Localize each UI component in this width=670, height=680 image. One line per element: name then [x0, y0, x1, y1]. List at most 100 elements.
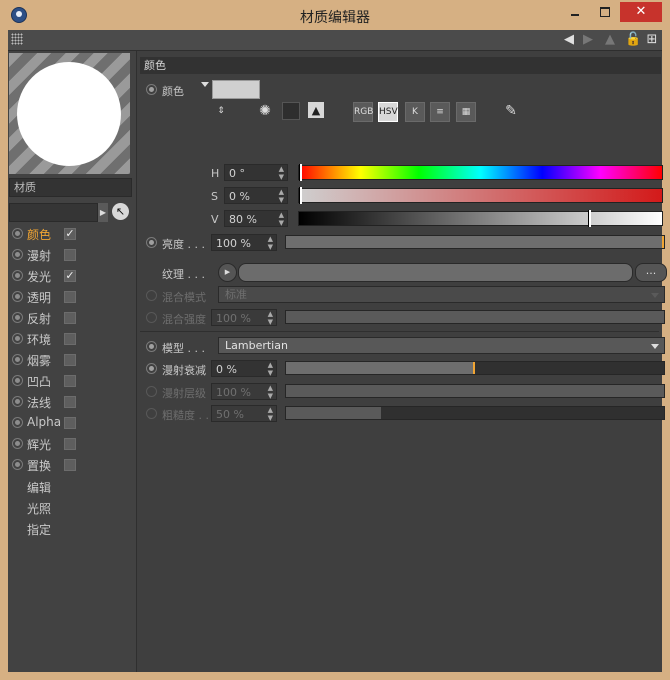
channel-animate-radio[interactable]: [12, 375, 23, 386]
up-arrow-icon[interactable]: ▲: [602, 32, 618, 48]
channel-animate-radio[interactable]: [12, 270, 23, 281]
diffuse-level-field[interactable]: 100 % ▲ ▼: [211, 383, 277, 400]
channel-item[interactable]: 透明: [8, 286, 136, 307]
pick-material-icon[interactable]: ↖: [112, 203, 129, 220]
channel-animate-radio[interactable]: [12, 459, 23, 470]
channel-enable-checkbox[interactable]: [64, 291, 76, 303]
nav-item-edit[interactable]: 编辑: [27, 479, 51, 496]
color-wheel-mode-icon[interactable]: ✺: [256, 102, 274, 120]
channel-item[interactable]: 环境: [8, 328, 136, 349]
channel-animate-radio[interactable]: [12, 417, 23, 428]
color-options-dropdown-icon[interactable]: [201, 82, 209, 87]
close-button[interactable]: ✕: [620, 2, 662, 22]
hue-gradient-slider[interactable]: [298, 164, 663, 181]
channel-animate-radio[interactable]: [12, 291, 23, 302]
diffuse-level-animate-radio[interactable]: [146, 386, 157, 397]
forward-arrow-icon[interactable]: ▶: [580, 32, 596, 48]
value-marker[interactable]: [588, 210, 592, 227]
diffuse-falloff-field[interactable]: 0 % ▲ ▼: [211, 360, 277, 377]
maximize-button[interactable]: [592, 2, 618, 22]
texture-expand-icon[interactable]: ▶: [218, 263, 237, 282]
swatches-mode-icon[interactable]: ▦: [456, 102, 476, 122]
channel-enable-checkbox[interactable]: [64, 417, 76, 429]
s-field[interactable]: 0 % ▲ ▼: [224, 187, 288, 204]
channel-enable-checkbox[interactable]: [64, 333, 76, 345]
model-dropdown[interactable]: Lambertian: [218, 337, 665, 354]
spectrum-mode-icon[interactable]: [282, 102, 300, 120]
panel-grip-icon[interactable]: [11, 33, 23, 45]
blend-strength-slider[interactable]: [285, 310, 665, 324]
roughness-animate-radio[interactable]: [146, 408, 157, 419]
channel-item[interactable]: 凹凸: [8, 370, 136, 391]
new-window-icon[interactable]: ⊞: [644, 32, 660, 48]
channel-item[interactable]: 反射: [8, 307, 136, 328]
channel-animate-radio[interactable]: [12, 396, 23, 407]
mixer-mode-icon[interactable]: ≡: [430, 102, 450, 122]
diffuse-falloff-animate-radio[interactable]: [146, 363, 157, 374]
rgb-mode-button[interactable]: RGB: [353, 102, 373, 122]
channel-enable-checkbox[interactable]: ✓: [64, 270, 76, 282]
kelvin-mode-button[interactable]: K: [405, 102, 425, 122]
color-swatch[interactable]: [212, 80, 260, 99]
channel-enable-checkbox[interactable]: [64, 459, 76, 471]
diffuse-falloff-slider[interactable]: [285, 361, 665, 375]
saturation-marker[interactable]: [299, 187, 302, 204]
channel-enable-checkbox[interactable]: [64, 249, 76, 261]
minimize-button[interactable]: [562, 2, 588, 22]
blend-mode-dropdown[interactable]: 标准: [218, 286, 665, 303]
brightness-field[interactable]: 100 % ▲ ▼: [211, 234, 277, 251]
h-field[interactable]: 0 ° ▲ ▼: [224, 164, 288, 181]
lock-icon[interactable]: 🔓: [625, 32, 641, 48]
image-mode-icon[interactable]: ▲: [308, 102, 324, 118]
channel-item[interactable]: 法线: [8, 391, 136, 412]
material-name-field[interactable]: 材质: [9, 178, 132, 197]
channel-enable-checkbox[interactable]: [64, 396, 76, 408]
hsv-mode-button[interactable]: HSV: [378, 102, 398, 122]
texture-browse-button[interactable]: ...: [635, 263, 667, 282]
texture-path-field[interactable]: [238, 263, 633, 282]
channel-item[interactable]: 颜色 ✓: [8, 223, 136, 244]
channel-item[interactable]: 置换: [8, 454, 136, 475]
channel-animate-radio[interactable]: [12, 228, 23, 239]
model-animate-radio[interactable]: [146, 341, 157, 352]
channel-enable-checkbox[interactable]: [64, 375, 76, 387]
nav-item-assignment[interactable]: 指定: [27, 521, 51, 538]
channel-animate-radio[interactable]: [12, 438, 23, 449]
channel-item[interactable]: 漫射: [8, 244, 136, 265]
title-bar[interactable]: 材质编辑器 ✕: [0, 0, 670, 30]
back-arrow-icon[interactable]: ◀: [561, 32, 577, 48]
eyedropper-icon[interactable]: ✎: [502, 102, 520, 120]
value-gradient-slider[interactable]: [298, 210, 663, 227]
channel-item[interactable]: 烟雾: [8, 349, 136, 370]
nav-item-illumination[interactable]: 光照: [27, 500, 51, 517]
channel-enable-checkbox[interactable]: [64, 312, 76, 324]
channel-item[interactable]: 辉光: [8, 433, 136, 454]
material-selector-field[interactable]: [9, 203, 98, 222]
brightness-slider-handle[interactable]: [662, 236, 664, 248]
channel-enable-checkbox[interactable]: ✓: [64, 228, 76, 240]
channel-animate-radio[interactable]: [12, 312, 23, 323]
v-field[interactable]: 80 % ▲ ▼: [224, 210, 288, 227]
saturation-gradient-slider[interactable]: [298, 187, 663, 204]
material-preview[interactable]: [9, 53, 130, 174]
channel-enable-checkbox[interactable]: [64, 438, 76, 450]
blend-strength-field[interactable]: 100 % ▲ ▼: [211, 309, 277, 326]
material-selector-arrow-icon[interactable]: ▶: [98, 203, 108, 222]
roughness-slider[interactable]: [285, 406, 665, 420]
channel-enable-checkbox[interactable]: [64, 354, 76, 366]
channel-animate-radio[interactable]: [12, 354, 23, 365]
brightness-animate-radio[interactable]: [146, 237, 157, 248]
channel-item[interactable]: Alpha: [8, 412, 136, 433]
blend-mode-animate-radio[interactable]: [146, 290, 157, 301]
diffuse-level-slider[interactable]: [285, 384, 665, 398]
color-animate-radio[interactable]: [146, 84, 157, 95]
channel-animate-radio[interactable]: [12, 333, 23, 344]
blend-strength-animate-radio[interactable]: [146, 312, 157, 323]
channel-animate-radio[interactable]: [12, 249, 23, 260]
color-temperature-mode-icon[interactable]: ⇕: [212, 102, 230, 120]
hue-marker[interactable]: [299, 164, 302, 181]
diffuse-falloff-slider-handle[interactable]: [473, 362, 475, 374]
roughness-field[interactable]: 50 % ▲ ▼: [211, 405, 277, 422]
channel-item[interactable]: 发光 ✓: [8, 265, 136, 286]
brightness-slider[interactable]: [285, 235, 665, 249]
